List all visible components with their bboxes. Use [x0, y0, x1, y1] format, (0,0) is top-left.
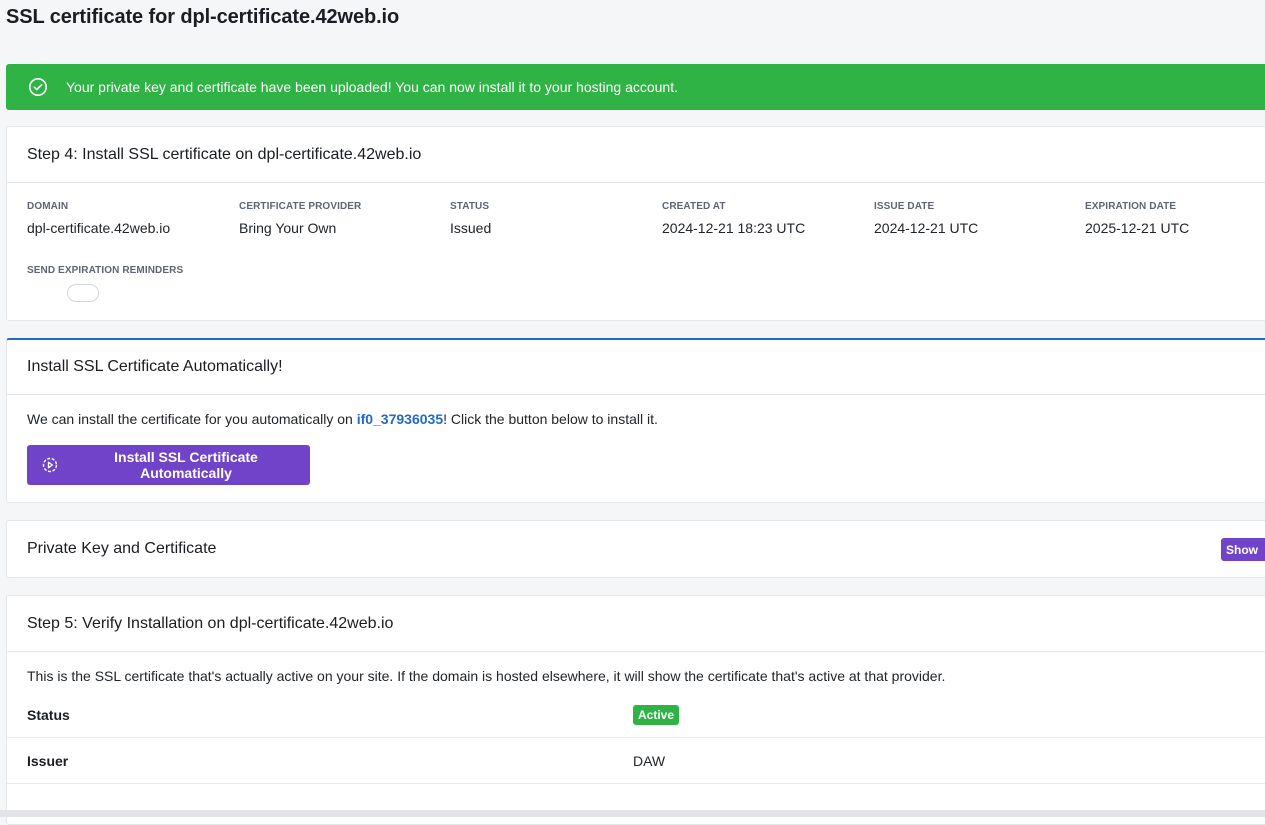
- field-value: 2024-12-21 18:23 UTC: [662, 220, 806, 236]
- reminders-label: SEND EXPIRATION REMINDERS: [27, 265, 184, 276]
- field-value: 2024-12-21 UTC: [874, 220, 979, 236]
- issue-date-field: ISSUE DATE 2024-12-21 UTC: [874, 201, 1074, 236]
- alert-message: Your private key and certificate have be…: [66, 79, 679, 95]
- field-value: Issued: [450, 220, 492, 236]
- field-label: ISSUE DATE: [874, 201, 935, 212]
- auto-install-body: We can install the certificate for you a…: [7, 395, 1265, 501]
- provider-field: CERTIFICATE PROVIDER Bring Your Own: [239, 201, 439, 236]
- field-value: dpl-certificate.42web.io: [27, 220, 171, 236]
- step4-card: Step 4: Install SSL certificate on dpl-c…: [6, 126, 1265, 321]
- account-link[interactable]: if0_37936035: [357, 411, 443, 427]
- success-alert: Your private key and certificate have be…: [6, 64, 1265, 110]
- step5-title: Step 5: Verify Installation on dpl-certi…: [7, 596, 1265, 652]
- auto-install-text: We can install the certificate for you a…: [27, 411, 1255, 427]
- status-field: STATUS Issued: [450, 201, 650, 236]
- step5-card: Step 5: Verify Installation on dpl-certi…: [6, 595, 1265, 825]
- auto-install-title: Install SSL Certificate Automatically!: [7, 340, 1265, 395]
- field-label: CREATED AT: [662, 201, 726, 212]
- step5-description: This is the SSL certificate that's actua…: [27, 668, 946, 684]
- toggle-knob: [69, 286, 83, 300]
- field-value: 2025-12-21 UTC: [1085, 220, 1190, 236]
- field-label: DOMAIN: [27, 201, 69, 212]
- field-label: STATUS: [450, 201, 490, 212]
- row-key: Issuer: [27, 752, 69, 769]
- row-key: Status: [27, 706, 70, 723]
- auto-install-card: Install SSL Certificate Automatically! W…: [6, 338, 1265, 503]
- text-before: We can install the certificate for you a…: [27, 411, 357, 427]
- field-label: CERTIFICATE PROVIDER: [239, 201, 362, 212]
- reminders-field: SEND EXPIRATION REMINDERS: [27, 265, 227, 276]
- private-key-title: Private Key and Certificate: [27, 540, 217, 557]
- expiration-reminders-toggle[interactable]: [67, 284, 99, 302]
- install-button-label: Install SSL Certificate Automatically: [114, 449, 258, 481]
- gear-play-icon: [41, 456, 59, 474]
- table-row: Status Active: [7, 692, 1265, 738]
- table-row: Issuer DAW: [7, 738, 1265, 784]
- expiration-date-field: EXPIRATION DATE 2025-12-21 UTC: [1085, 201, 1265, 236]
- status-badge: Active: [633, 704, 680, 725]
- step4-title: Step 4: Install SSL certificate on dpl-c…: [7, 127, 1265, 183]
- field-value: Bring Your Own: [239, 220, 337, 236]
- show-private-key-button[interactable]: Show: [1221, 538, 1265, 561]
- domain-field: DOMAIN dpl-certificate.42web.io: [27, 201, 227, 236]
- field-label: EXPIRATION DATE: [1085, 201, 1177, 212]
- row-value: DAW: [633, 752, 666, 769]
- install-ssl-automatically-button[interactable]: Install SSL Certificate Automatically: [27, 445, 310, 485]
- check-circle-icon: [28, 77, 48, 97]
- private-key-card: Private Key and Certificate Show: [6, 520, 1265, 578]
- page-title: SSL certificate for dpl-certificate.42we…: [6, 6, 400, 28]
- created-at-field: CREATED AT 2024-12-21 18:23 UTC: [662, 201, 862, 236]
- horizontal-scrollbar[interactable]: [0, 810, 1265, 817]
- text-after: ! Click the button below to install it.: [443, 411, 658, 427]
